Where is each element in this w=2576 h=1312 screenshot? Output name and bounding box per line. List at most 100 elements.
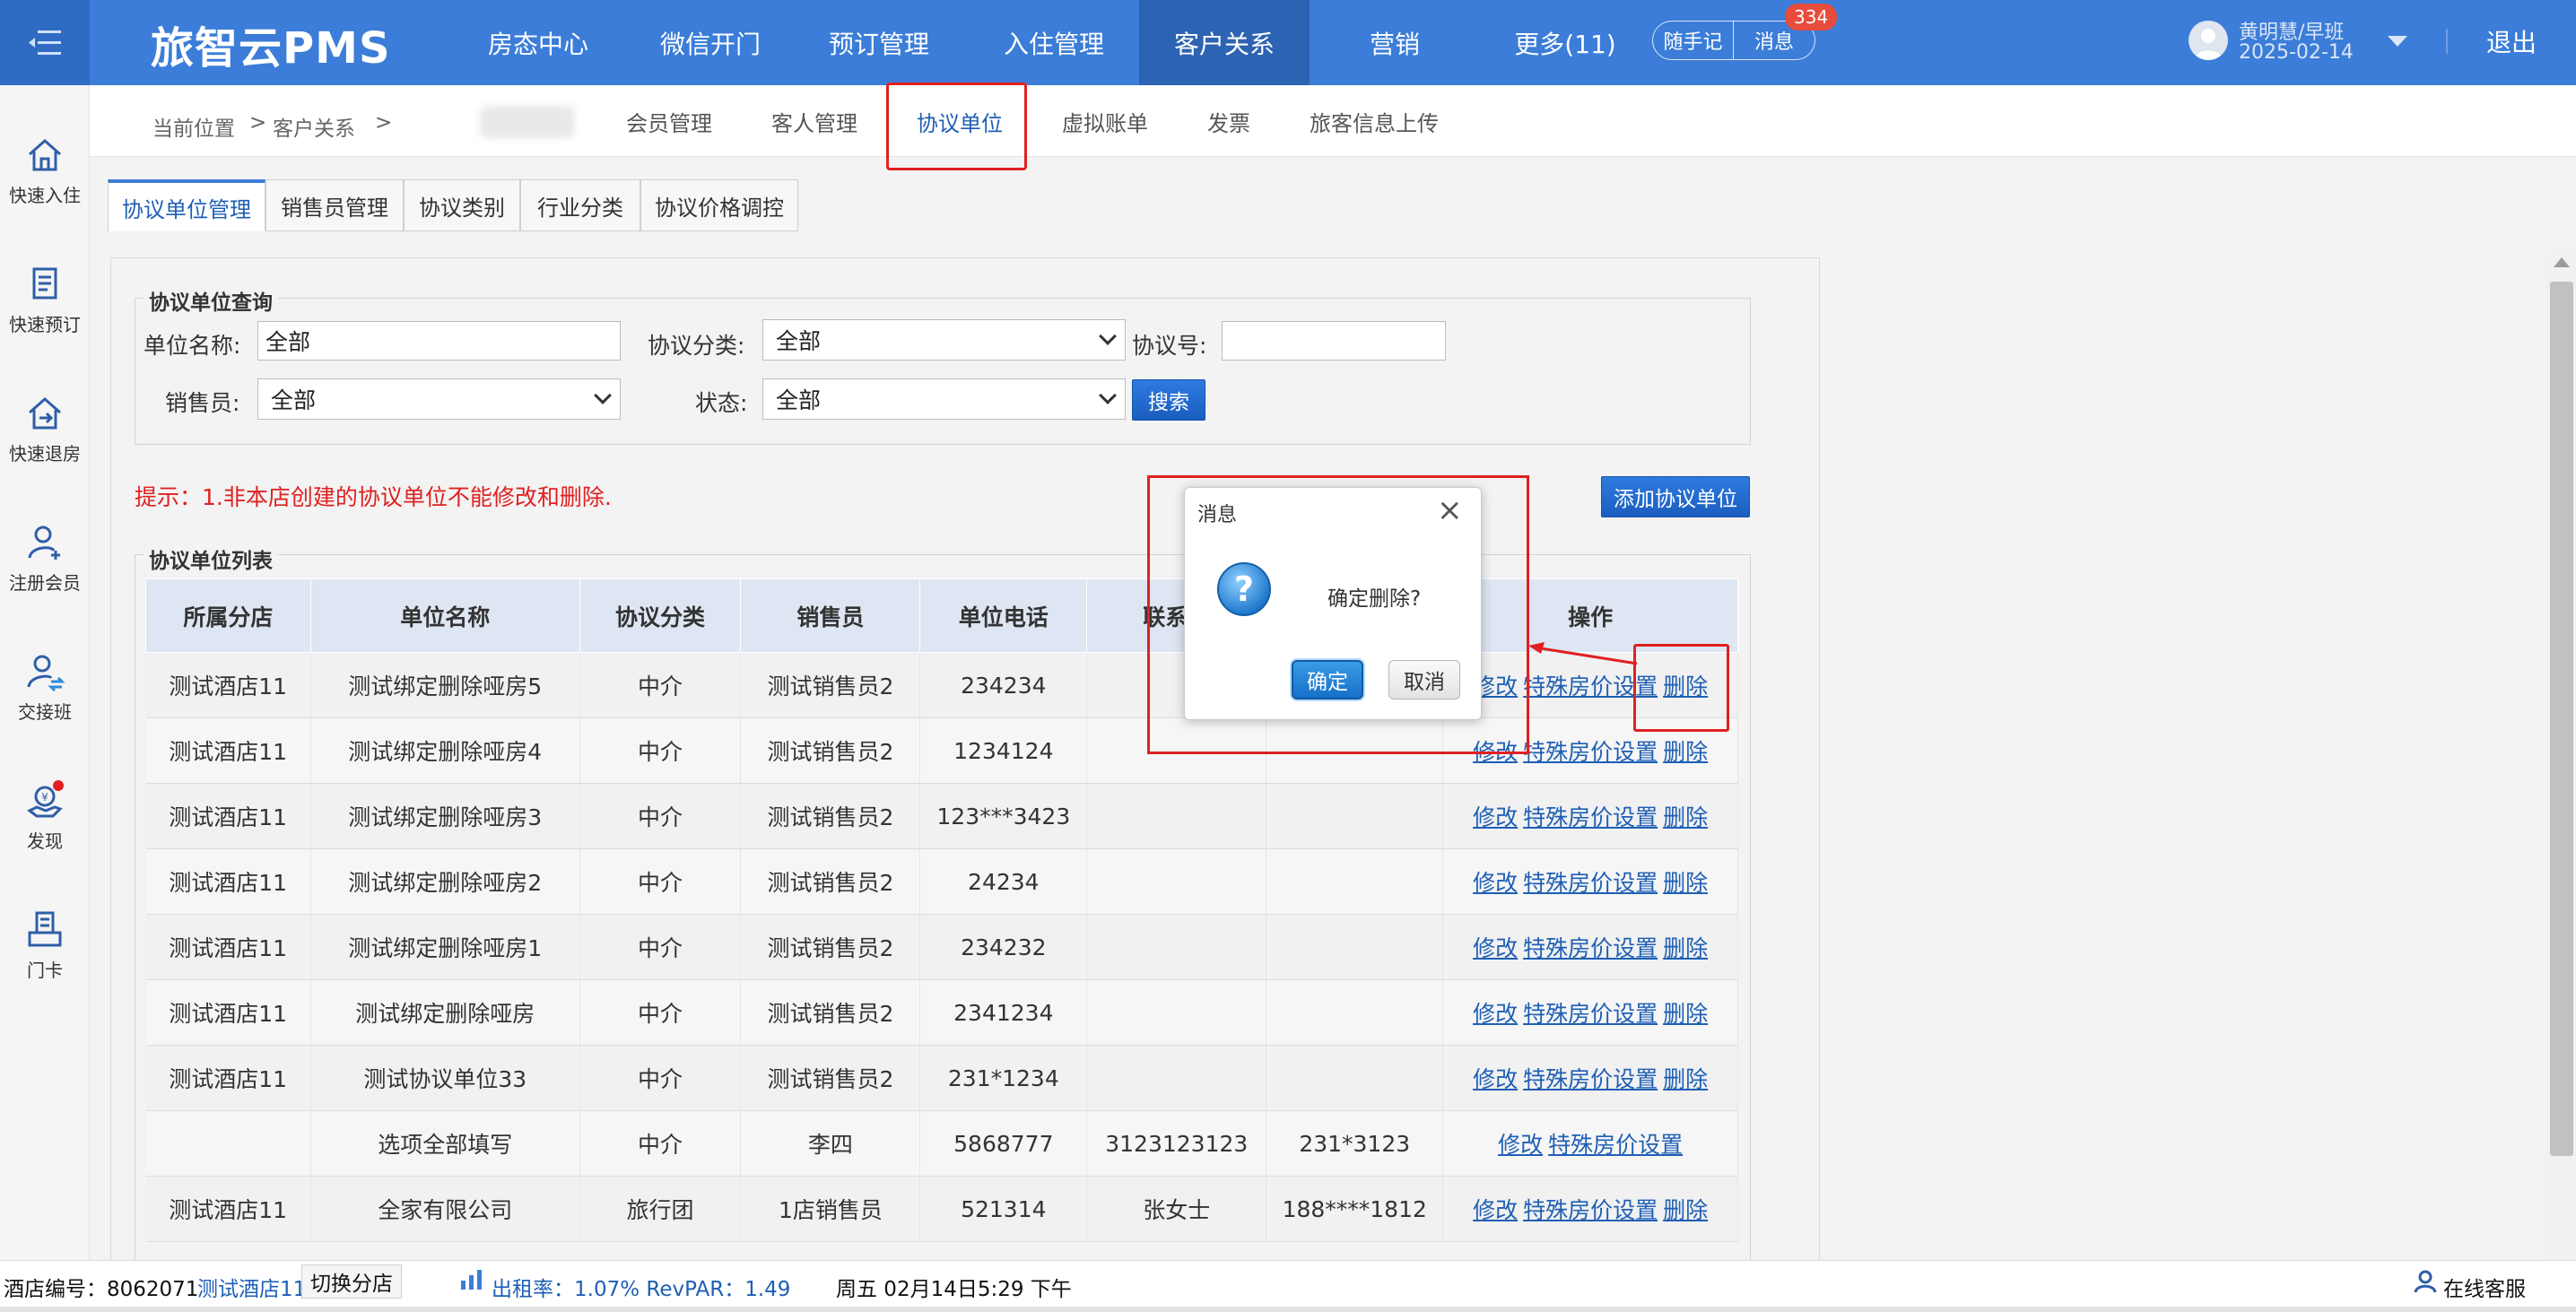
delete-link[interactable]: 删除 <box>1663 1197 1708 1223</box>
column-header-category: 协议分类 <box>579 578 742 653</box>
table-row: 测试酒店11 测试协议单位33 中介 测试销售员2 231*1234 修改 特殊房价设置 删除 <box>145 1045 1738 1111</box>
delete-link[interactable]: 删除 <box>1663 870 1708 896</box>
tab-virtual-bills[interactable]: 虚拟账单 <box>1062 106 1148 137</box>
special-price-link[interactable]: 特殊房价设置 <box>1523 1197 1658 1223</box>
table-cell-name: 全家有限公司 <box>310 1176 580 1242</box>
special-price-link[interactable]: 特殊房价设置 <box>1523 870 1658 896</box>
breadcrumb-separator: > <box>375 111 393 135</box>
table-cell-sales: 李四 <box>740 1110 921 1177</box>
table-cell-actions: 修改 特殊房价设置 删除 <box>1442 783 1738 849</box>
nav-checkin[interactable]: 入住管理 <box>982 0 1126 85</box>
table-cell-category: 中介 <box>579 848 742 915</box>
special-price-link[interactable]: 特殊房价设置 <box>1523 804 1658 830</box>
scrollbar-thumb[interactable] <box>2550 282 2573 1156</box>
nav-room-status[interactable]: 房态中心 <box>466 0 610 85</box>
edit-link[interactable]: 修改 <box>1473 1001 1518 1027</box>
breadcrumb-section[interactable]: 客户关系 <box>273 111 355 142</box>
special-price-link[interactable]: 特殊房价设置 <box>1548 1132 1683 1158</box>
chevron-down-icon[interactable] <box>2388 36 2407 47</box>
sidebar-item-quick-booking[interactable]: 快速预订 <box>0 264 90 336</box>
delete-link[interactable]: 删除 <box>1663 1066 1708 1092</box>
edit-link[interactable]: 修改 <box>1498 1132 1543 1158</box>
table-cell-mobile <box>1266 848 1444 915</box>
highlight-box <box>1147 475 1529 754</box>
table-row: 测试酒店11 测试绑定删除哑房1 中介 测试销售员2 234232 修改 特殊房价设置 删除 <box>145 914 1738 980</box>
subtab-category[interactable]: 协议类别 <box>404 179 520 231</box>
online-support-link[interactable]: 在线客服 <box>2443 1272 2526 1302</box>
category-select[interactable]: 全部 <box>762 319 1126 361</box>
subtab-unit-management[interactable]: 协议单位管理 <box>108 179 265 231</box>
sidebar-item-quick-checkout[interactable]: 快速退房 <box>0 393 90 465</box>
subtab-price-control[interactable]: 协议价格调控 <box>640 179 798 231</box>
table-cell-branch: 测试酒店11 <box>145 979 311 1046</box>
table-cell-sales: 测试销售员2 <box>740 717 921 784</box>
subtab-industry[interactable]: 行业分类 <box>520 179 640 231</box>
delete-link[interactable]: 删除 <box>1663 804 1708 830</box>
column-header-branch: 所属分店 <box>145 578 311 653</box>
nav-marketing[interactable]: 营销 <box>1323 0 1466 85</box>
status-select[interactable]: 全部 <box>762 378 1126 420</box>
add-user-icon <box>28 526 60 560</box>
delete-link[interactable]: 删除 <box>1663 1001 1708 1027</box>
delete-link[interactable]: 删除 <box>1663 935 1708 961</box>
nav-reservation[interactable]: 预订管理 <box>807 0 951 85</box>
sidebar-item-discover[interactable]: ¥ 发现 <box>0 780 90 853</box>
salesperson-select[interactable]: 全部 <box>257 378 621 420</box>
table-row: 测试酒店11 全家有限公司 旅行团 1店销售员 521314 张女士 188****1812… <box>145 1176 1738 1242</box>
table-cell-category: 中介 <box>579 979 742 1046</box>
tab-member-management[interactable]: 会员管理 <box>626 106 712 137</box>
special-price-link[interactable]: 特殊房价设置 <box>1523 935 1658 961</box>
table-cell-branch <box>145 1110 311 1177</box>
card-reader-icon <box>28 911 62 947</box>
table-cell-phone: 234234 <box>919 652 1088 718</box>
tip-text: 提示：1.非本店创建的协议单位不能修改和删除. <box>135 484 612 510</box>
sidebar-item-label: 注册会员 <box>9 572 81 594</box>
edit-link[interactable]: 修改 <box>1473 870 1518 896</box>
nav-wechat-door[interactable]: 微信开门 <box>639 0 782 85</box>
table-cell-contact <box>1086 914 1267 980</box>
agreement-no-input[interactable] <box>1222 321 1446 361</box>
discover-icon: ¥ <box>27 780 64 818</box>
user-avatar-icon <box>2194 29 2223 60</box>
search-button[interactable]: 搜索 <box>1132 379 1205 421</box>
notes-button[interactable]: 随手记 <box>1653 22 1734 59</box>
special-price-link[interactable]: 特殊房价设置 <box>1523 1066 1658 1092</box>
table-cell-mobile: 231*3123 <box>1266 1110 1444 1177</box>
edit-link[interactable]: 修改 <box>1473 1197 1518 1223</box>
sidebar-item-register-member[interactable]: 注册会员 <box>0 522 90 595</box>
menu-toggle-button[interactable] <box>0 0 90 85</box>
table-cell-branch: 测试酒店11 <box>145 652 311 718</box>
sidebar-item-shift-change[interactable]: 交接班 <box>0 651 90 724</box>
table-cell-contact <box>1086 848 1267 915</box>
special-price-link[interactable]: 特殊房价设置 <box>1523 739 1658 765</box>
subtab-sales-management[interactable]: 销售员管理 <box>265 179 404 231</box>
logout-button[interactable]: 退出 <box>2486 23 2537 59</box>
avatar[interactable] <box>2189 21 2228 60</box>
tab-invoice[interactable]: 发票 <box>1207 106 1250 137</box>
edit-link[interactable]: 修改 <box>1473 1066 1518 1092</box>
unit-name-input[interactable]: 全部 <box>257 321 621 361</box>
add-agreement-unit-button[interactable]: 添加协议单位 <box>1601 476 1750 517</box>
tab-traveler-upload[interactable]: 旅客信息上传 <box>1310 106 1439 137</box>
highlight-box <box>886 83 1027 170</box>
scroll-up-icon[interactable] <box>2554 257 2570 267</box>
hotel-name-link[interactable]: 测试酒店11 <box>197 1272 306 1302</box>
sidebar-item-door-card[interactable]: 门卡 <box>0 909 90 982</box>
tab-guest-management[interactable]: 客人管理 <box>771 106 857 137</box>
chevron-down-icon <box>1099 327 1117 345</box>
nav-more[interactable]: 更多(11) <box>1493 0 1637 85</box>
table-cell-sales: 测试销售员2 <box>740 652 921 718</box>
nav-customer-relations[interactable]: 客户关系 <box>1139 0 1310 85</box>
special-price-link[interactable]: 特殊房价设置 <box>1523 1001 1658 1027</box>
edit-link[interactable]: 修改 <box>1473 804 1518 830</box>
table-cell-category: 中介 <box>579 652 742 718</box>
table-row: 测试酒店11 测试绑定删除哑房2 中介 测试销售员2 24234 修改 特殊房价设置 删除 <box>145 848 1738 915</box>
switch-branch-button[interactable]: 切换分店 <box>301 1264 402 1299</box>
delete-link[interactable]: 删除 <box>1663 739 1708 765</box>
edit-link[interactable]: 修改 <box>1473 935 1518 961</box>
table-cell-category: 中介 <box>579 717 742 784</box>
current-datetime: 周五 02月14日5:29 下午 <box>836 1278 1072 1301</box>
table-cell-name: 测试协议单位33 <box>310 1045 580 1111</box>
table-cell-actions: 修改 特殊房价设置 删除 <box>1442 1045 1738 1111</box>
sidebar-item-quick-checkin[interactable]: 快速入住 <box>0 135 90 207</box>
